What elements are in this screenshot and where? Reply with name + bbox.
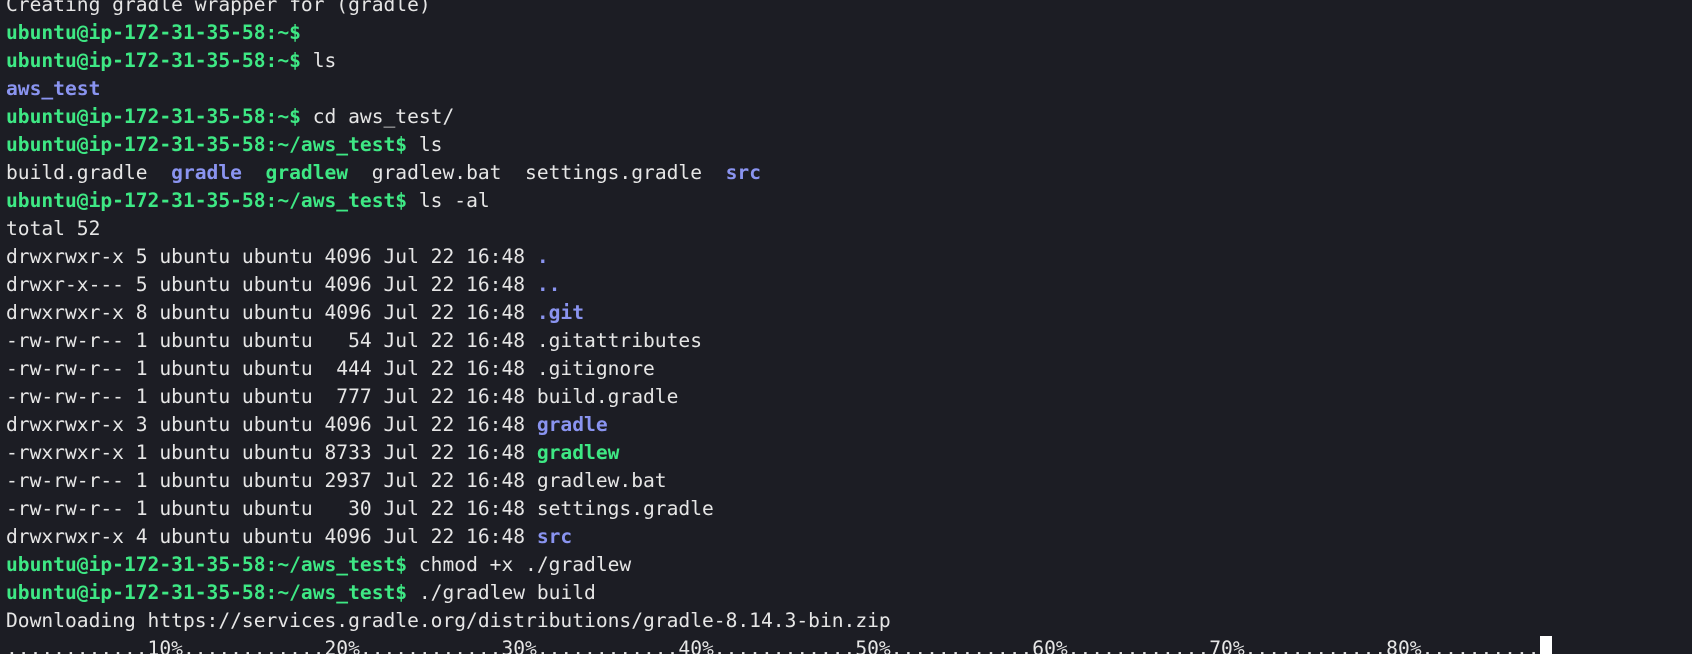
shell-prompt: ubuntu@ip-172-31-35-58:~/aws_test$ — [6, 553, 408, 576]
shell-command: ls — [407, 133, 443, 156]
terminal-output: Creating gradle wrapper for (gradle) ubun… — [6, 0, 1692, 654]
terminal-line: ubuntu@ip-172-31-35-58:~/aws_test$ ls — [6, 131, 1692, 159]
shell-prompt: ubuntu@ip-172-31-35-58:~/aws_test$ — [6, 581, 408, 604]
terminal-line: drwxrwxr-x 8 ubuntu ubuntu 4096 Jul 22 1… — [6, 299, 1692, 327]
cut-off-output: Creating gradle wrapper for (gradle) — [6, 0, 431, 16]
terminal-line: Downloading https://services.gradle.org/… — [6, 607, 1692, 635]
terminal-line: drwxrwxr-x 5 ubuntu ubuntu 4096 Jul 22 1… — [6, 243, 1692, 271]
file-metadata: drwxr-x--- 5 ubuntu ubuntu 4096 Jul 22 1… — [6, 273, 537, 296]
shell-prompt: ubuntu@ip-172-31-35-58:~/aws_test$ — [6, 133, 408, 156]
terminal-line: -rw-rw-r-- 1 ubuntu ubuntu 777 Jul 22 16… — [6, 383, 1692, 411]
shell-prompt: ubuntu@ip-172-31-35-58:~/aws_test$ — [6, 189, 408, 212]
shell-command: cd aws_test/ — [300, 105, 455, 128]
file-name: gradlew — [536, 441, 620, 464]
terminal-line: ............10%............20%..........… — [6, 635, 1692, 654]
scrollbar[interactable] — [1686, 0, 1692, 654]
file-entry: gradlew — [265, 161, 349, 184]
file-metadata: drwxrwxr-x 5 ubuntu ubuntu 4096 Jul 22 1… — [6, 245, 537, 268]
file-name: . — [536, 245, 549, 268]
terminal-line: drwxrwxr-x 4 ubuntu ubuntu 4096 Jul 22 1… — [6, 523, 1692, 551]
shell-command: ./gradlew build — [407, 581, 596, 604]
shell-prompt: ubuntu@ip-172-31-35-58:~$ — [6, 49, 301, 72]
shell-prompt: ubuntu@ip-172-31-35-58:~$ — [6, 105, 301, 128]
file-metadata: -rw-rw-r-- 1 ubuntu ubuntu 444 Jul 22 16… — [6, 357, 537, 380]
file-metadata: -rwxrwxr-x 1 ubuntu ubuntu 8733 Jul 22 1… — [6, 441, 537, 464]
file-name: .git — [536, 301, 585, 324]
terminal-line: total 52 — [6, 215, 1692, 243]
file-metadata: -rw-rw-r-- 1 ubuntu ubuntu 54 Jul 22 16:… — [6, 329, 537, 352]
file-name: .gitattributes — [536, 329, 702, 352]
file-metadata: -rw-rw-r-- 1 ubuntu ubuntu 777 Jul 22 16… — [6, 385, 537, 408]
terminal-line: drwxr-x--- 5 ubuntu ubuntu 4096 Jul 22 1… — [6, 271, 1692, 299]
terminal-line: ubuntu@ip-172-31-35-58:~$ cd aws_test/ — [6, 103, 1692, 131]
terminal-line: Creating gradle wrapper for (gradle) — [6, 0, 1692, 19]
file-entry: src — [725, 161, 761, 184]
file-metadata: drwxrwxr-x 3 ubuntu ubuntu 4096 Jul 22 1… — [6, 413, 537, 436]
output-text: gradlew.bat settings.gradle — [348, 161, 726, 184]
output-text: total 52 — [6, 217, 101, 240]
output-text: Downloading https://services.gradle.org/… — [6, 609, 891, 632]
output-text: build.gradle — [6, 161, 172, 184]
terminal-line: ubuntu@ip-172-31-35-58:~$ — [6, 19, 1692, 47]
terminal-line: -rw-rw-r-- 1 ubuntu ubuntu 2937 Jul 22 1… — [6, 467, 1692, 495]
file-name: src — [536, 525, 573, 548]
terminal-line: ubuntu@ip-172-31-35-58:~/aws_test$ ls -a… — [6, 187, 1692, 215]
file-name: gradlew.bat — [536, 469, 667, 492]
file-name: .. — [536, 273, 561, 296]
terminal-line: aws_test — [6, 75, 1692, 103]
file-name: .gitignore — [536, 357, 655, 380]
file-entry: aws_test — [6, 77, 101, 100]
terminal-line: -rw-rw-r-- 1 ubuntu ubuntu 444 Jul 22 16… — [6, 355, 1692, 383]
terminal-window[interactable]: Creating gradle wrapper for (gradle) ubun… — [0, 0, 1692, 654]
terminal-line: -rw-rw-r-- 1 ubuntu ubuntu 54 Jul 22 16:… — [6, 327, 1692, 355]
file-metadata: drwxrwxr-x 4 ubuntu ubuntu 4096 Jul 22 1… — [6, 525, 537, 548]
file-entry: gradle — [171, 161, 242, 184]
file-name: build.gradle — [536, 385, 679, 408]
terminal-line: -rw-rw-r-- 1 ubuntu ubuntu 30 Jul 22 16:… — [6, 495, 1692, 523]
terminal-line: ubuntu@ip-172-31-35-58:~$ ls — [6, 47, 1692, 75]
shell-command: ls -al — [407, 189, 490, 212]
file-metadata: -rw-rw-r-- 1 ubuntu ubuntu 2937 Jul 22 1… — [6, 469, 537, 492]
terminal-line: build.gradle gradle gradlew gradlew.bat … — [6, 159, 1692, 187]
file-name: settings.gradle — [536, 497, 714, 520]
shell-command: chmod +x ./gradlew — [407, 553, 632, 576]
file-name: gradle — [536, 413, 608, 436]
terminal-line: -rwxrwxr-x 1 ubuntu ubuntu 8733 Jul 22 1… — [6, 439, 1692, 467]
shell-prompt: ubuntu@ip-172-31-35-58:~$ — [6, 21, 301, 44]
terminal-line: ubuntu@ip-172-31-35-58:~/aws_test$ chmod… — [6, 551, 1692, 579]
shell-command: ls — [300, 49, 337, 72]
terminal-line: drwxrwxr-x 3 ubuntu ubuntu 4096 Jul 22 1… — [6, 411, 1692, 439]
file-metadata: -rw-rw-r-- 1 ubuntu ubuntu 30 Jul 22 16:… — [6, 497, 537, 520]
file-metadata: drwxrwxr-x 8 ubuntu ubuntu 4096 Jul 22 1… — [6, 301, 537, 324]
terminal-line: ubuntu@ip-172-31-35-58:~/aws_test$ ./gra… — [6, 579, 1692, 607]
text-cursor — [1539, 636, 1552, 654]
download-progress: ............10%............20%..........… — [6, 637, 1540, 654]
